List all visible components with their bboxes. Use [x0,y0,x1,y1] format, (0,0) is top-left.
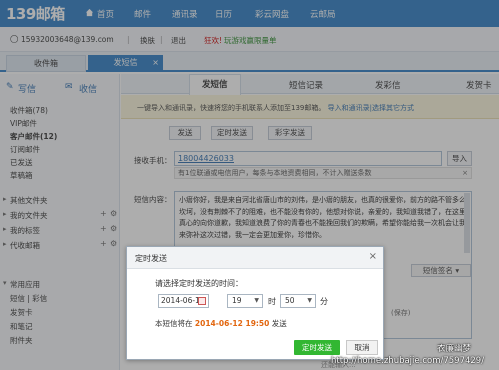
minute-value: 50 [285,296,295,305]
watermark-url: http://home.zhubajie.com/7597429/ [331,356,485,366]
dialog-prompt: 请选择定时发送的时间： [155,279,243,288]
watermark-name: 衣廉幽梦 [437,344,472,354]
dialog-title: 定时发送 [135,254,167,263]
hour-value: 19 [232,296,242,305]
dialog-header: 定时发送 × [127,247,383,269]
summary-suffix: 发送 [271,319,287,328]
scheduled-send-dialog: 定时发送 × 请选择定时发送的时间： 2014-06-12 19 ▼ 时 50 … [126,246,384,360]
calendar-icon[interactable] [198,297,206,305]
hour-select[interactable]: 19 ▼ [227,294,263,308]
minute-select[interactable]: 50 ▼ [280,294,316,308]
date-input[interactable]: 2014-06-12 [158,294,209,308]
chevron-down-icon: ▼ [254,297,259,304]
close-icon[interactable]: × [369,251,377,262]
cancel-button[interactable]: 取消 [346,340,378,355]
summary-time: 2014-06-12 19:50 [194,319,270,328]
minute-unit: 分 [320,297,328,306]
confirm-scheduled-send-button[interactable]: 定时发送 [294,340,340,355]
schedule-summary: 本短信将在 2014-06-12 19:50 发送 [155,318,287,329]
summary-prefix: 本短信将在 [155,319,193,328]
hour-unit: 时 [268,297,276,306]
chevron-down-icon: ▼ [307,297,312,304]
